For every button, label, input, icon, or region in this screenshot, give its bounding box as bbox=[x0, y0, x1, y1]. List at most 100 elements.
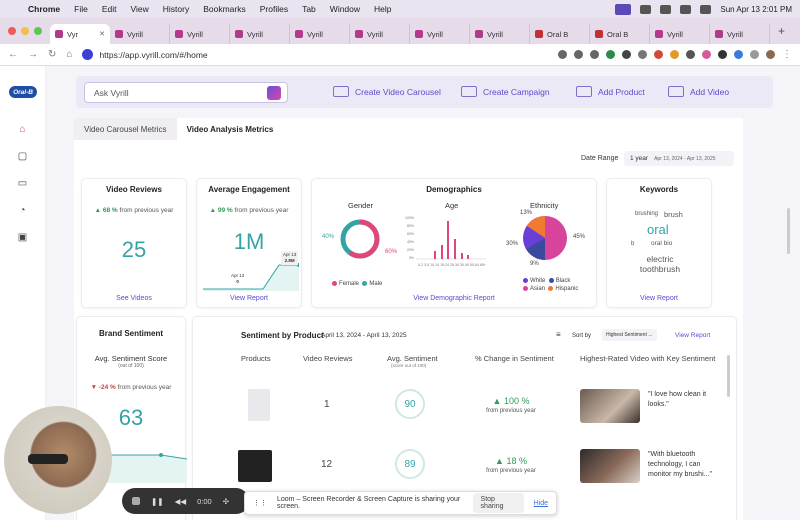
keyword-word: toothbrush bbox=[639, 264, 681, 274]
drag-handle-icon[interactable]: ⋮⋮ bbox=[253, 499, 267, 507]
kebab-menu-icon[interactable]: ⋮ bbox=[782, 49, 792, 60]
change-text: from previous year bbox=[117, 384, 172, 391]
wifi-icon[interactable] bbox=[680, 4, 692, 14]
tab[interactable]: Vyrill bbox=[470, 24, 530, 44]
extension-icon[interactable] bbox=[734, 50, 743, 59]
product-image[interactable] bbox=[248, 389, 270, 421]
hispanic-dot bbox=[548, 285, 554, 291]
create-carousel-button[interactable]: Create Video Carousel bbox=[333, 86, 441, 97]
webcam-bubble[interactable] bbox=[4, 406, 112, 514]
brand-logo[interactable]: Oral-B bbox=[9, 86, 37, 98]
ask-vyrill-input[interactable]: Ask Vyrill bbox=[84, 82, 288, 103]
tab[interactable]: Vyrill bbox=[350, 24, 410, 44]
battery-icon[interactable] bbox=[700, 4, 712, 14]
reload-icon[interactable]: ↻ bbox=[48, 49, 56, 60]
sort-select[interactable]: Highest Sentiment ... bbox=[602, 329, 657, 341]
url-field[interactable]: https://app.vyrill.com/#/home bbox=[82, 47, 472, 63]
tab-video-analysis-metrics[interactable]: Video Analysis Metrics bbox=[176, 118, 284, 140]
extension-icon[interactable] bbox=[622, 50, 631, 59]
extension-icon[interactable] bbox=[718, 50, 727, 59]
video-thumbnail[interactable] bbox=[580, 389, 640, 423]
extension-icon[interactable] bbox=[702, 50, 711, 59]
create-campaign-button[interactable]: Create Campaign bbox=[461, 86, 550, 97]
pause-icon[interactable]: ❚❚ bbox=[151, 497, 164, 506]
video-nav-icon[interactable]: ▭ bbox=[17, 178, 28, 189]
tab[interactable]: Vyrill bbox=[290, 24, 350, 44]
col-highest-rated: Highest-Rated Video with Key Sentiment bbox=[580, 354, 716, 363]
add-product-button[interactable]: Add Product bbox=[576, 86, 645, 97]
tab[interactable]: Vyrill bbox=[710, 24, 770, 44]
see-videos-link[interactable]: See Videos bbox=[82, 295, 186, 302]
age-y-tick: 40% bbox=[406, 240, 414, 244]
profile-avatar[interactable] bbox=[766, 50, 775, 59]
home-icon[interactable]: ⌂ bbox=[66, 49, 72, 60]
menu-extra-icon[interactable] bbox=[660, 4, 672, 14]
sentiment-view-report-link[interactable]: View Report bbox=[675, 332, 710, 339]
tab[interactable]: Vyrill bbox=[410, 24, 470, 44]
stop-sharing-button[interactable]: Stop sharing bbox=[472, 493, 524, 513]
rewind-icon[interactable]: ◀◀ bbox=[175, 497, 187, 506]
tab[interactable]: Vyrill bbox=[230, 24, 290, 44]
tab-active[interactable]: Vyr ✕ bbox=[50, 24, 110, 44]
vyrill-logo-icon[interactable] bbox=[267, 86, 281, 100]
menu-help[interactable]: Help bbox=[374, 4, 391, 14]
tab[interactable]: Vyrill bbox=[170, 24, 230, 44]
view-demographic-report-link[interactable]: View Demographic Report bbox=[312, 295, 596, 302]
analytics-nav-icon[interactable]: ◔ bbox=[17, 205, 28, 216]
hide-button[interactable]: Hide bbox=[534, 500, 548, 507]
close-tab-icon[interactable]: ✕ bbox=[99, 30, 105, 38]
menu-app[interactable]: Chrome bbox=[28, 4, 60, 14]
age-x-tick: 15-24 bbox=[440, 263, 450, 267]
keywords-view-report-link[interactable]: View Report bbox=[607, 295, 711, 302]
zoom-icon[interactable] bbox=[574, 50, 583, 59]
product-nav-icon[interactable]: ▢ bbox=[17, 151, 28, 162]
back-icon[interactable]: ← bbox=[8, 49, 18, 60]
menu-history[interactable]: History bbox=[163, 4, 189, 14]
row-sentiment: 90 bbox=[395, 389, 425, 419]
key-icon[interactable] bbox=[558, 50, 567, 59]
clock[interactable]: Sun Apr 13 2:01 PM bbox=[720, 5, 792, 14]
close-window-button[interactable] bbox=[8, 27, 16, 35]
stop-icon[interactable] bbox=[132, 497, 140, 505]
page-scrollbar[interactable] bbox=[787, 208, 790, 254]
card-title: Average Engagement bbox=[208, 185, 290, 194]
recording-icon[interactable] bbox=[615, 3, 632, 15]
menu-window[interactable]: Window bbox=[330, 4, 360, 14]
tab[interactable]: Oral B bbox=[590, 24, 650, 44]
extension-icon[interactable] bbox=[686, 50, 695, 59]
zoom-window-button[interactable] bbox=[34, 27, 42, 35]
menu-bookmarks[interactable]: Bookmarks bbox=[203, 4, 246, 14]
table-scrollbar[interactable] bbox=[727, 355, 730, 397]
view-report-link[interactable]: View Report bbox=[197, 295, 301, 302]
extension-icon[interactable] bbox=[670, 50, 679, 59]
vyrill-favicon-icon bbox=[55, 30, 63, 38]
carousel-nav-icon[interactable]: ▣ bbox=[17, 232, 28, 243]
minimize-window-button[interactable] bbox=[21, 27, 29, 35]
tab-video-carousel-metrics[interactable]: Video Carousel Metrics bbox=[74, 118, 177, 140]
tab[interactable]: Oral B bbox=[530, 24, 590, 44]
home-nav-icon[interactable]: ⌂ bbox=[17, 124, 28, 135]
add-video-button[interactable]: Add Video bbox=[668, 86, 729, 97]
sort-icon[interactable]: ≡ bbox=[556, 330, 561, 339]
product-image[interactable] bbox=[238, 450, 272, 482]
female-dot bbox=[332, 281, 337, 286]
extension-icon[interactable] bbox=[606, 50, 615, 59]
settings-icon[interactable]: ✣ bbox=[223, 497, 229, 506]
menu-tab[interactable]: Tab bbox=[302, 4, 316, 14]
date-range-select[interactable]: 1 year Apr 13, 2024 - Apr 13, 2025 bbox=[624, 151, 734, 166]
video-thumbnail[interactable] bbox=[580, 449, 640, 483]
site-info-icon[interactable] bbox=[82, 49, 94, 60]
extension-icon[interactable] bbox=[654, 50, 663, 59]
new-tab-button[interactable]: + bbox=[770, 24, 793, 38]
tab[interactable]: Vyrill bbox=[110, 24, 170, 44]
menu-edit[interactable]: Edit bbox=[102, 4, 117, 14]
menu-profiles[interactable]: Profiles bbox=[260, 4, 288, 14]
puzzle-icon[interactable] bbox=[750, 50, 759, 59]
menu-view[interactable]: View bbox=[130, 4, 148, 14]
forward-icon[interactable]: → bbox=[28, 49, 38, 60]
bookmark-star-icon[interactable] bbox=[590, 50, 599, 59]
extension-icon[interactable] bbox=[638, 50, 647, 59]
menu-file[interactable]: File bbox=[74, 4, 88, 14]
screen-icon[interactable] bbox=[640, 4, 652, 14]
tab[interactable]: Vyrill bbox=[650, 24, 710, 44]
